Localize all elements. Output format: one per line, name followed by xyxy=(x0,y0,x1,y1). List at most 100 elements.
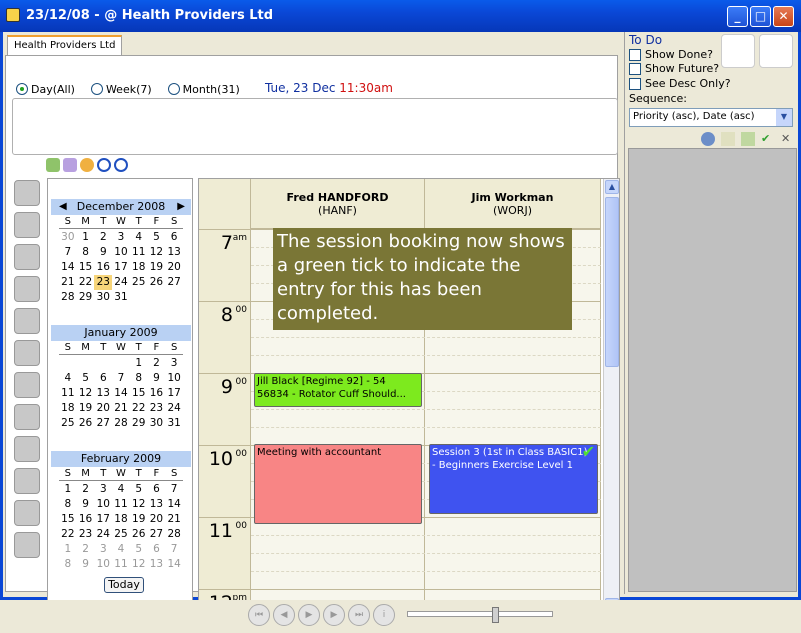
info-icon[interactable]: i xyxy=(373,604,395,626)
calendar-day[interactable]: 6 xyxy=(94,371,112,386)
calendar-day[interactable]: 23 xyxy=(94,275,113,290)
calendar-day[interactable]: 9 xyxy=(148,371,166,386)
handshake-icon[interactable] xyxy=(14,276,40,302)
calendar-day[interactable]: 20 xyxy=(94,401,112,416)
appointment-session-3[interactable]: Session 3 (1st in Class BASIC1) - Beginn… xyxy=(429,444,598,514)
exit-icon[interactable] xyxy=(759,34,793,68)
document-icon[interactable] xyxy=(14,372,40,398)
calendar-day[interactable]: 2 xyxy=(77,542,95,557)
calendar-day[interactable]: 18 xyxy=(130,260,148,275)
calendar-day[interactable]: 4 xyxy=(112,542,130,557)
calendar-day[interactable]: 17 xyxy=(165,386,183,401)
calendar-day[interactable]: 20 xyxy=(165,260,183,275)
calendar-day[interactable]: 13 xyxy=(148,497,166,512)
help-icon[interactable] xyxy=(721,34,755,68)
calendar-day[interactable]: 8 xyxy=(130,371,148,386)
cards-icon[interactable] xyxy=(14,500,40,526)
search-icon[interactable] xyxy=(701,132,715,146)
calendar-day[interactable]: 12 xyxy=(77,386,95,401)
calendar-day[interactable]: 9 xyxy=(77,497,95,512)
view-day-radio[interactable]: Day(All) xyxy=(16,81,75,97)
check-icon[interactable]: ✔ xyxy=(761,132,775,146)
calendar-day[interactable]: 7 xyxy=(59,245,77,260)
next-month-button[interactable]: ▶ xyxy=(177,199,185,215)
calendar-day[interactable]: 30 xyxy=(59,230,77,245)
last-icon[interactable]: ⏭ xyxy=(348,604,370,626)
calendar-day[interactable]: 24 xyxy=(94,527,112,542)
calendar-day[interactable]: 27 xyxy=(94,416,112,431)
calendar-day[interactable]: 7 xyxy=(165,542,183,557)
show-future-checkbox[interactable]: Show Future? xyxy=(629,62,719,75)
schedule-scrollbar[interactable]: ▲ ▼ xyxy=(603,179,619,611)
calendar-day[interactable]: 25 xyxy=(112,527,130,542)
search-people-icon[interactable] xyxy=(14,244,40,270)
calendar-day[interactable]: 6 xyxy=(165,230,183,245)
calendar-day[interactable]: 11 xyxy=(59,386,77,401)
calendar-day[interactable]: 5 xyxy=(77,371,95,386)
slider-knob[interactable] xyxy=(492,607,499,623)
calendar-day[interactable]: 19 xyxy=(77,401,95,416)
today-button[interactable]: Today xyxy=(104,577,144,593)
calendar-day[interactable]: 27 xyxy=(148,527,166,542)
calendar-day[interactable]: 21 xyxy=(59,275,77,290)
chevron-down-icon[interactable]: ▼ xyxy=(776,109,792,126)
group-icon[interactable] xyxy=(14,532,40,558)
new-item-icon[interactable] xyxy=(721,132,735,146)
calendar-day[interactable]: 9 xyxy=(94,245,112,260)
calendar-day[interactable]: 3 xyxy=(94,542,112,557)
calendar-day[interactable]: 9 xyxy=(77,557,95,572)
building-icon[interactable] xyxy=(14,180,40,206)
prev-month-button[interactable]: ◀ xyxy=(59,199,67,215)
calendar-day[interactable]: 21 xyxy=(112,401,130,416)
calendar-day[interactable]: 16 xyxy=(148,386,166,401)
calendar-day[interactable]: 16 xyxy=(77,512,95,527)
calendar-day[interactable]: 6 xyxy=(148,542,166,557)
calendar-day[interactable]: 15 xyxy=(130,386,148,401)
calendar-day[interactable]: 13 xyxy=(94,386,112,401)
calendar-day[interactable]: 29 xyxy=(77,290,95,305)
calendar-day[interactable]: 14 xyxy=(59,260,77,275)
calendar-day[interactable]: 14 xyxy=(165,497,183,512)
calendar-day[interactable]: 13 xyxy=(148,557,166,572)
calendar-day[interactable]: 2 xyxy=(148,356,166,371)
zoom-in-icon[interactable] xyxy=(97,158,111,172)
calendar-day[interactable]: 20 xyxy=(148,512,166,527)
calendar-day[interactable]: 23 xyxy=(148,401,166,416)
zoom-out-icon[interactable] xyxy=(114,158,128,172)
calendar-day[interactable]: 7 xyxy=(112,371,130,386)
calendar-day[interactable]: 8 xyxy=(77,245,95,260)
calendar-day[interactable]: 24 xyxy=(165,401,183,416)
calendar-day[interactable]: 1 xyxy=(59,482,77,497)
calendar-day[interactable]: 1 xyxy=(130,356,148,371)
calendar-day[interactable]: 12 xyxy=(130,557,148,572)
view-week-radio[interactable]: Week(7) xyxy=(90,81,152,97)
radio-dot[interactable] xyxy=(16,83,28,95)
calendar-day[interactable]: 4 xyxy=(112,482,130,497)
calendar-day[interactable]: 3 xyxy=(94,482,112,497)
people-icon[interactable] xyxy=(46,158,60,172)
person-clock-icon[interactable] xyxy=(14,404,40,430)
calendar-day[interactable]: 3 xyxy=(112,230,130,245)
calendar-day[interactable]: 10 xyxy=(94,497,112,512)
calendar-day[interactable]: 10 xyxy=(94,557,112,572)
play-icon[interactable]: ▶ xyxy=(298,604,320,626)
radio-dot[interactable] xyxy=(90,83,103,95)
calendar-day[interactable]: 26 xyxy=(77,416,95,431)
calendar-day[interactable]: 17 xyxy=(112,260,130,275)
calendar-day[interactable]: 2 xyxy=(77,482,95,497)
calculator-icon[interactable] xyxy=(14,340,40,366)
calendar-day[interactable]: 10 xyxy=(112,245,130,260)
sequence-select[interactable]: Priority (asc), Date (asc) ▼ xyxy=(629,108,793,127)
calendar-day[interactable]: 19 xyxy=(130,512,148,527)
calendar-day[interactable]: 22 xyxy=(59,527,77,542)
appointment-meeting-accountant[interactable]: Meeting with accountant xyxy=(254,444,422,524)
calendar-day[interactable]: 31 xyxy=(112,290,130,305)
calendar-day[interactable]: 26 xyxy=(148,275,166,290)
staff-icon[interactable] xyxy=(14,468,40,494)
calendar-day[interactable]: 4 xyxy=(130,230,148,245)
calendar-day[interactable]: 11 xyxy=(112,557,130,572)
calendar-day[interactable]: 1 xyxy=(59,542,77,557)
close-button[interactable]: ✕ xyxy=(773,6,794,27)
prev-icon[interactable]: ◀ xyxy=(273,604,295,626)
dollar-icon[interactable] xyxy=(14,308,40,334)
